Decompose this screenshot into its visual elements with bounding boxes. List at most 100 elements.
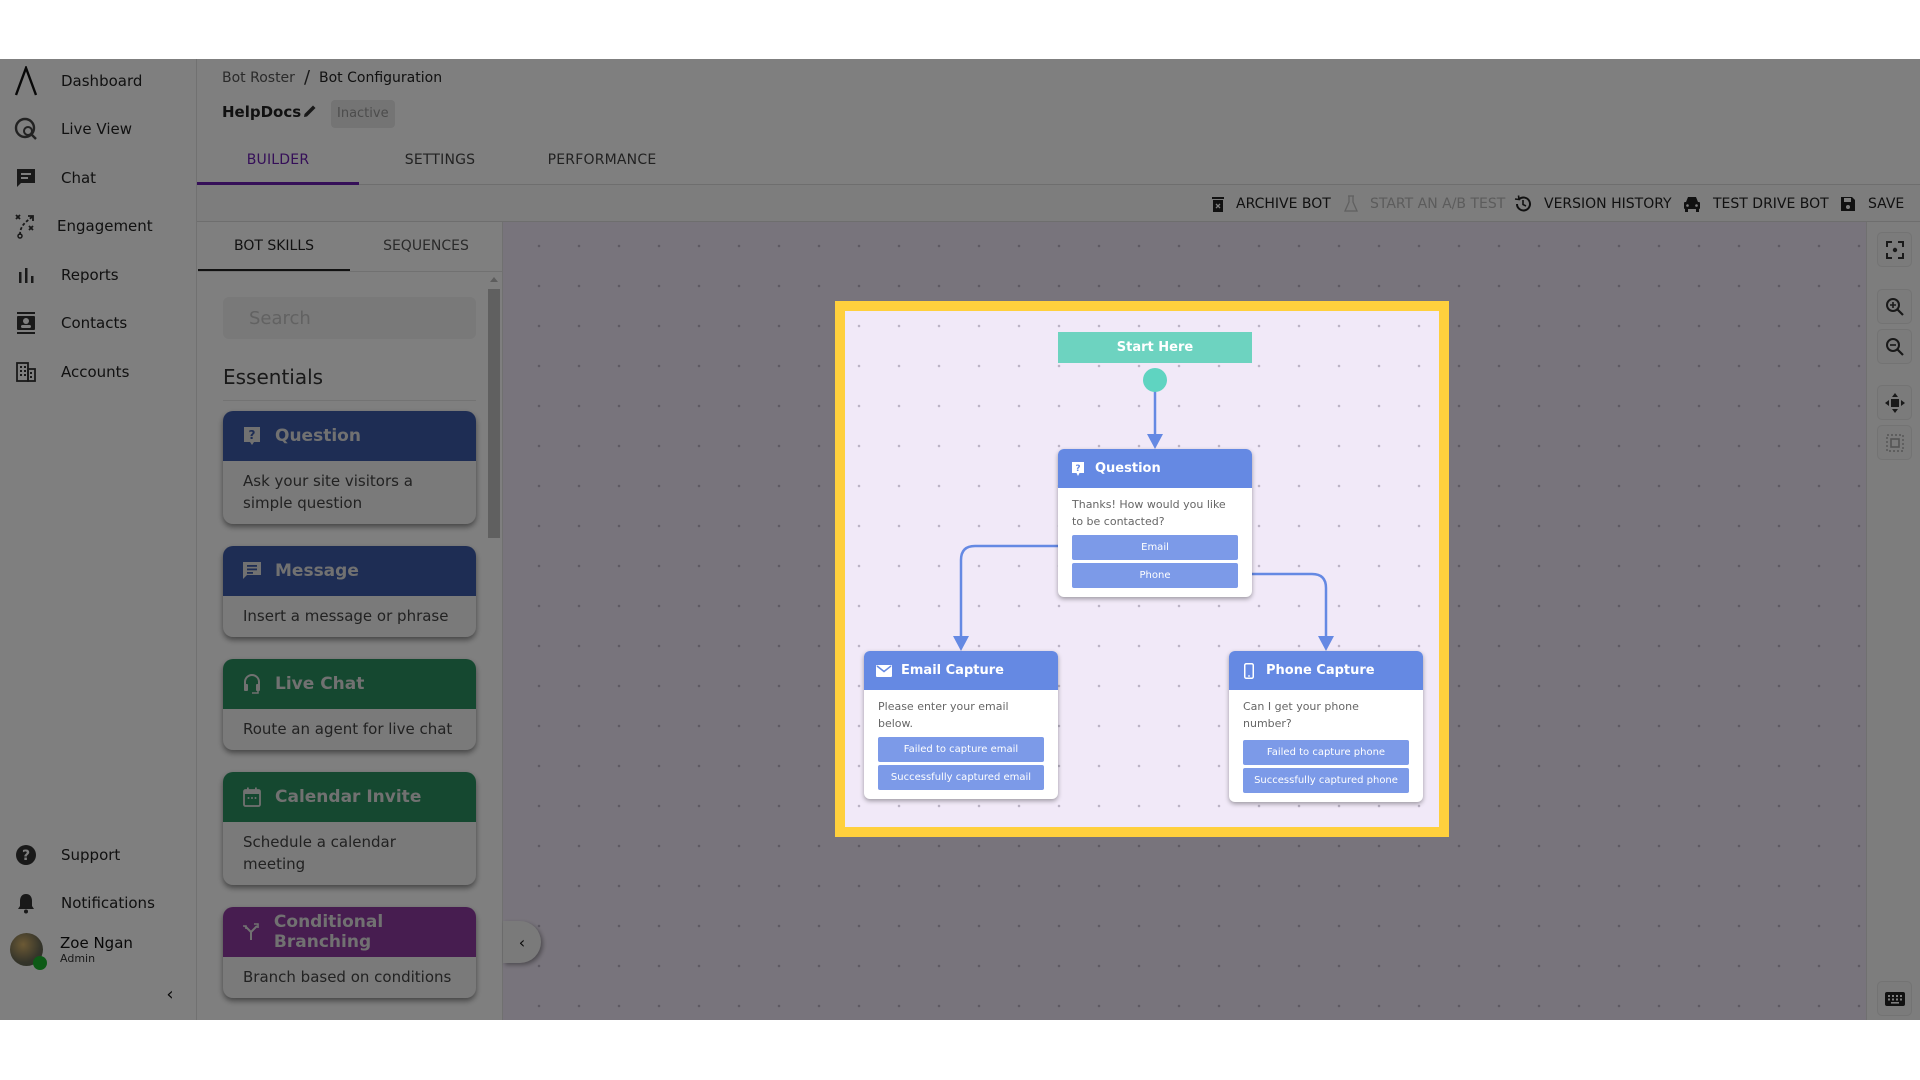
sidebar-item-label: Contacts bbox=[61, 314, 128, 332]
start-connector-handle[interactable] bbox=[1143, 368, 1167, 392]
start-node[interactable]: Start Here bbox=[1058, 332, 1252, 363]
flow-node-email-capture[interactable]: Email Capture Please enter your email be… bbox=[864, 651, 1058, 799]
live-view-icon bbox=[13, 116, 39, 142]
panel-scrollbar[interactable] bbox=[487, 277, 501, 1020]
bar-chart-icon bbox=[13, 262, 39, 288]
skill-card-header: Calendar Invite bbox=[223, 772, 476, 822]
collapse-sidebar-button[interactable]: ‹ bbox=[160, 984, 180, 1005]
scroll-up-arrow-icon[interactable] bbox=[490, 277, 498, 282]
sidebar-item-label: Engagement bbox=[57, 217, 153, 235]
start-ab-test-label: START AN A/B TEST bbox=[1370, 195, 1506, 212]
skill-card-header: ? Question bbox=[223, 411, 476, 461]
user-role: Admin bbox=[60, 952, 96, 965]
version-history-button[interactable]: VERSION HISTORY bbox=[1514, 185, 1672, 222]
node-header: ? Question bbox=[1058, 449, 1252, 488]
node-option-failed-phone[interactable]: Failed to capture phone bbox=[1243, 740, 1409, 765]
svg-text:?: ? bbox=[22, 848, 30, 864]
calendar-icon bbox=[241, 786, 263, 808]
skill-title: Conditional Branching bbox=[273, 912, 384, 952]
keyboard-icon bbox=[1884, 991, 1905, 1006]
node-option-success-email[interactable]: Successfully captured email bbox=[878, 765, 1044, 790]
zoom-in-button[interactable] bbox=[1877, 289, 1912, 324]
sidebar-item-engagement[interactable]: Engagement bbox=[0, 204, 197, 248]
engagement-icon bbox=[13, 213, 39, 239]
avatar[interactable] bbox=[10, 933, 47, 970]
sidebar-item-dashboard[interactable]: Dashboard bbox=[0, 59, 197, 103]
sidebar-item-reports[interactable]: Reports bbox=[0, 253, 197, 297]
skills-search-input[interactable] bbox=[223, 297, 476, 339]
node-title: Email Capture bbox=[901, 663, 1004, 678]
user-name: Zoe Ngan bbox=[60, 934, 133, 952]
tab-performance[interactable]: PERFORMANCE bbox=[521, 147, 683, 185]
node-option-failed-email[interactable]: Failed to capture email bbox=[878, 737, 1044, 762]
select-area-icon bbox=[1885, 433, 1904, 452]
chevron-left-icon: ‹ bbox=[166, 984, 174, 1005]
skill-description: Schedule a calendar meeting bbox=[243, 833, 396, 873]
online-status-dot bbox=[33, 956, 47, 970]
contacts-icon bbox=[13, 310, 39, 336]
sidebar-item-support[interactable]: ? Support bbox=[0, 833, 197, 877]
skill-description: Ask your site visitors a simple question bbox=[243, 472, 413, 512]
svg-text:?: ? bbox=[249, 428, 256, 442]
trash-icon bbox=[1212, 196, 1224, 212]
divider bbox=[198, 271, 502, 272]
app-window: Dashboard Live View Chat Engagement Repo… bbox=[0, 59, 1920, 1020]
skill-card-calendar-invite[interactable]: Calendar Invite Schedule a calendar meet… bbox=[223, 772, 476, 885]
skill-description: Branch based on conditions bbox=[243, 968, 452, 986]
archive-bot-button[interactable]: ARCHIVE BOT bbox=[1212, 185, 1331, 222]
zoom-out-icon bbox=[1885, 337, 1904, 356]
sidebar-item-chat[interactable]: Chat bbox=[0, 156, 197, 200]
logo-icon bbox=[13, 66, 39, 96]
sidebar-item-contacts[interactable]: Contacts bbox=[0, 301, 197, 345]
chevron-left-icon: ‹ bbox=[518, 932, 526, 952]
pan-icon bbox=[1884, 392, 1905, 413]
tab-builder[interactable]: BUILDER bbox=[197, 147, 359, 185]
tab-sequences[interactable]: SEQUENCES bbox=[350, 222, 502, 271]
sidebar-item-notifications[interactable]: Notifications bbox=[0, 881, 197, 925]
flow-node-phone-capture[interactable]: Phone Capture Can I get your phone numbe… bbox=[1229, 651, 1423, 802]
skill-card-live-chat[interactable]: Live Chat Route an agent for live chat bbox=[223, 659, 476, 750]
test-drive-bot-button[interactable]: TEST DRIVE BOT bbox=[1683, 185, 1829, 222]
start-ab-test-button[interactable]: START AN A/B TEST bbox=[1344, 185, 1505, 222]
zoom-in-icon bbox=[1885, 297, 1904, 316]
flow-node-question[interactable]: ? Question Thanks! How would you like to… bbox=[1058, 449, 1252, 597]
skill-description: Insert a message or phrase bbox=[243, 607, 449, 625]
skill-card-conditional-branching[interactable]: Conditional Branching Branch based on co… bbox=[223, 907, 476, 998]
breadcrumb-bot-roster[interactable]: Bot Roster bbox=[222, 70, 295, 86]
skill-card-question[interactable]: ? Question Ask your site visitors a simp… bbox=[223, 411, 476, 524]
node-text: Thanks! How would you like to be contact… bbox=[1072, 498, 1226, 528]
keyboard-shortcuts-button[interactable] bbox=[1877, 981, 1912, 1016]
node-option-phone[interactable]: Phone bbox=[1072, 563, 1238, 588]
node-option-email[interactable]: Email bbox=[1072, 535, 1238, 560]
help-icon: ? bbox=[13, 842, 39, 868]
sidebar-item-label: Support bbox=[61, 846, 121, 864]
sidebar: Dashboard Live View Chat Engagement Repo… bbox=[0, 59, 197, 1020]
sidebar-item-accounts[interactable]: Accounts bbox=[0, 350, 197, 394]
node-text: Can I get your phone number? bbox=[1243, 700, 1359, 730]
tab-settings[interactable]: SETTINGS bbox=[359, 147, 521, 185]
skill-title: Live Chat bbox=[275, 674, 365, 694]
status-badge: Inactive bbox=[331, 100, 395, 128]
tab-bot-skills[interactable]: BOT SKILLS bbox=[198, 222, 350, 271]
floppy-disk-icon bbox=[1841, 196, 1855, 211]
zoom-out-button[interactable] bbox=[1877, 329, 1912, 364]
select-area-button[interactable] bbox=[1877, 425, 1912, 460]
bell-icon bbox=[13, 890, 39, 916]
bot-name: HelpDocs bbox=[222, 103, 302, 121]
pan-button[interactable] bbox=[1877, 385, 1912, 420]
pencil-icon[interactable] bbox=[302, 103, 320, 121]
sidebar-item-label: Live View bbox=[61, 120, 132, 138]
archive-bot-label: ARCHIVE BOT bbox=[1236, 195, 1331, 212]
node-header: Email Capture bbox=[864, 651, 1058, 690]
node-option-success-phone[interactable]: Successfully captured phone bbox=[1243, 768, 1409, 793]
fit-view-button[interactable] bbox=[1877, 232, 1912, 267]
save-button[interactable]: SAVE bbox=[1840, 185, 1904, 222]
chat-icon bbox=[13, 165, 39, 191]
skill-card-message[interactable]: Message Insert a message or phrase bbox=[223, 546, 476, 637]
skill-title: Calendar Invite bbox=[275, 787, 422, 807]
sidebar-item-live-view[interactable]: Live View bbox=[0, 107, 197, 151]
scrollbar-thumb[interactable] bbox=[488, 289, 500, 538]
building-icon bbox=[13, 359, 39, 385]
user-profile[interactable]: Zoe Ngan Admin bbox=[10, 933, 133, 970]
test-drive-bot-label: TEST DRIVE BOT bbox=[1713, 195, 1829, 212]
